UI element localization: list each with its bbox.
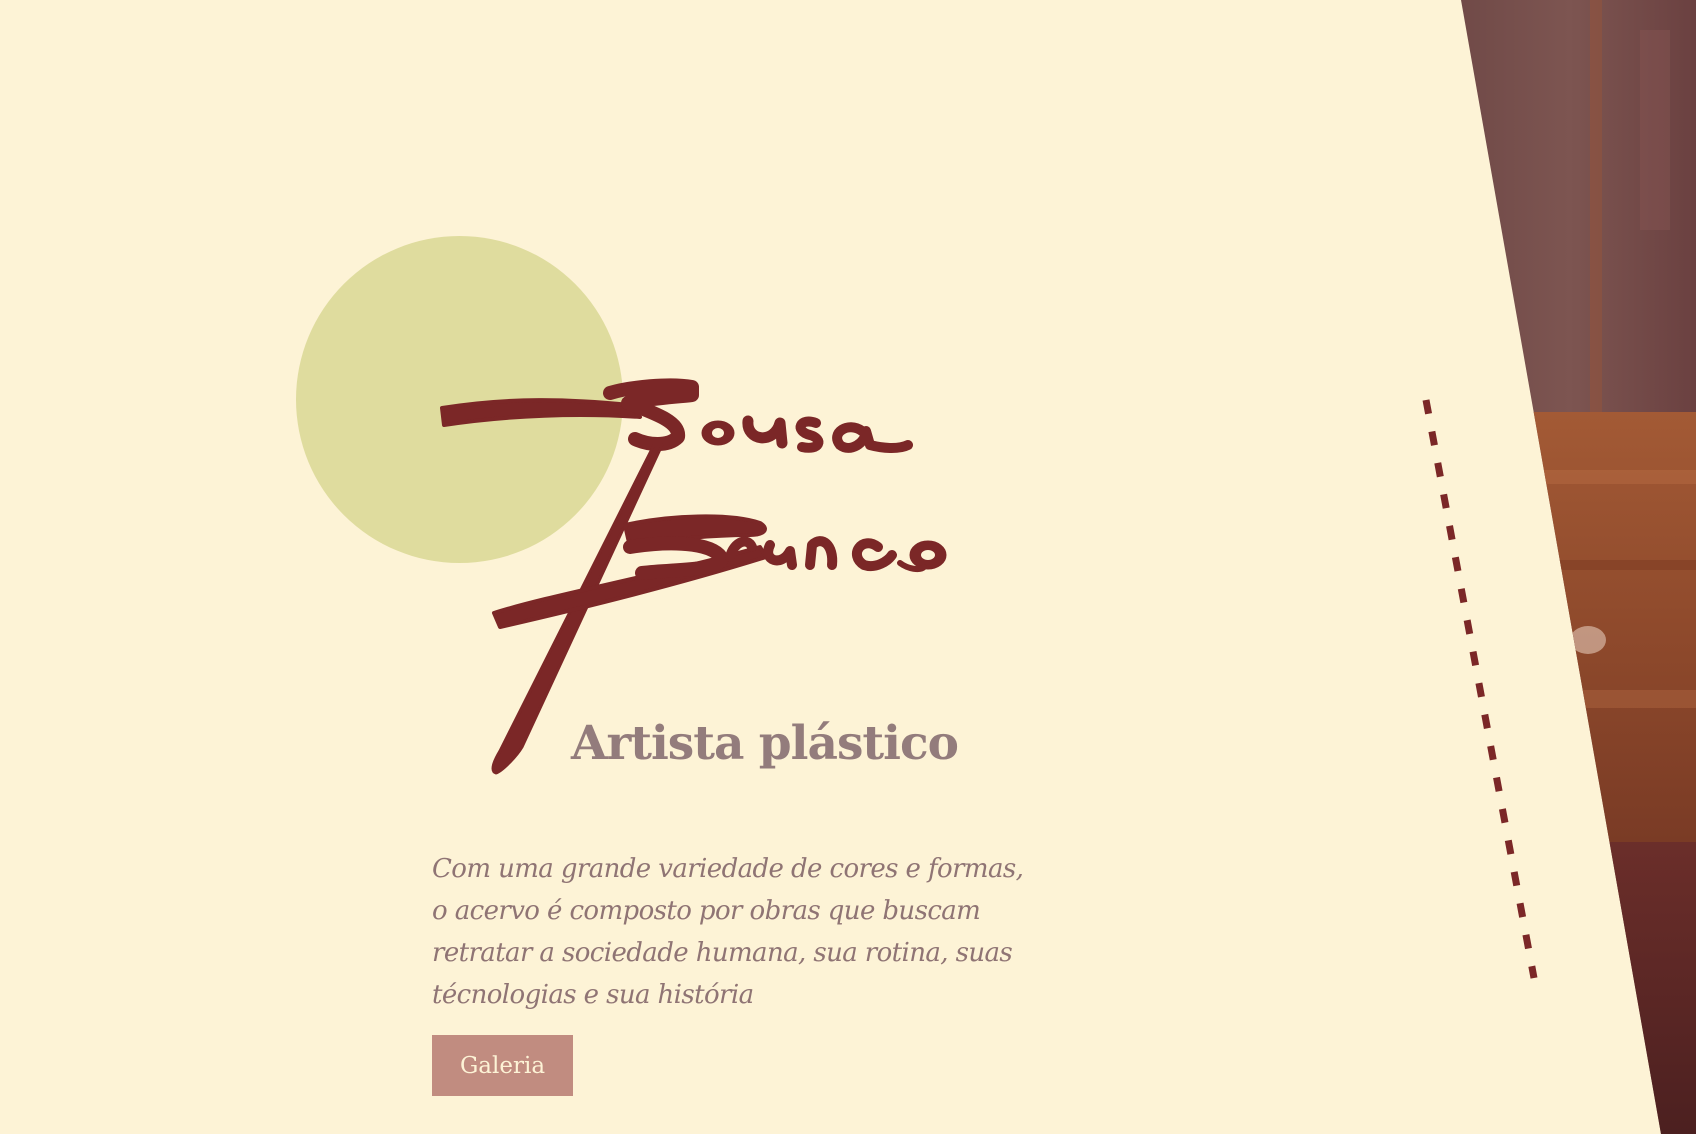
hero-section: Artista plástico Com uma grande variedad… bbox=[0, 0, 1696, 1134]
gallery-button[interactable]: Galeria bbox=[432, 1035, 573, 1096]
subtitle: Artista plástico bbox=[571, 716, 959, 771]
description-text: Com uma grande variedade de cores e form… bbox=[432, 854, 1024, 1010]
